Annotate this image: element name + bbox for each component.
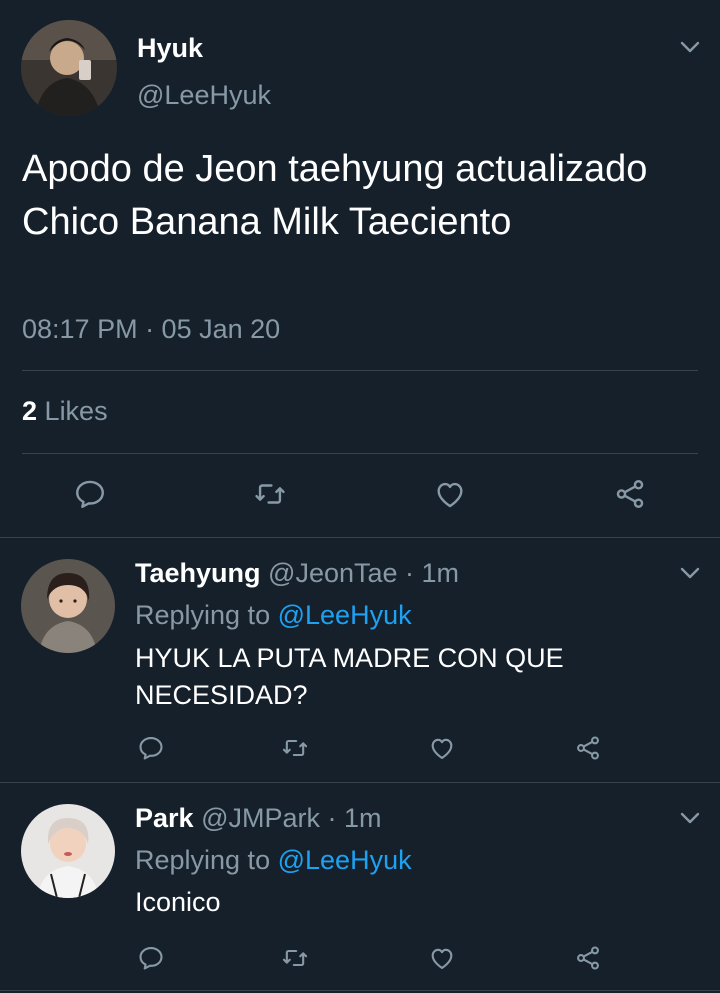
reply-text: Iconico bbox=[135, 887, 221, 917]
reply-button[interactable] bbox=[72, 476, 108, 512]
reply-button[interactable] bbox=[133, 940, 169, 976]
retweet-button[interactable] bbox=[277, 940, 313, 976]
avatar[interactable] bbox=[21, 804, 115, 898]
divider bbox=[0, 990, 720, 991]
likes-label: Likes bbox=[44, 396, 108, 426]
reply-time[interactable]: · 1m bbox=[328, 803, 382, 833]
divider bbox=[0, 537, 720, 538]
avatar[interactable] bbox=[21, 559, 115, 653]
retweet-button[interactable] bbox=[252, 476, 288, 512]
reply-author-handle[interactable]: @JeonTae bbox=[268, 558, 398, 588]
likes-number: 2 bbox=[22, 396, 38, 426]
avatar[interactable] bbox=[21, 20, 117, 116]
retweet-icon bbox=[255, 484, 285, 504]
share-icon bbox=[616, 480, 644, 508]
reply-time[interactable]: · 1m bbox=[405, 558, 459, 588]
replying-to: Replying to @LeeHyuk bbox=[135, 845, 412, 876]
replying-to: Replying to @LeeHyuk bbox=[135, 600, 412, 631]
chevron-down-icon[interactable] bbox=[680, 40, 700, 54]
author-name[interactable]: Hyuk bbox=[137, 33, 203, 64]
author-handle[interactable]: @LeeHyuk bbox=[137, 80, 271, 111]
like-button[interactable] bbox=[432, 476, 468, 512]
share-icon bbox=[577, 946, 599, 970]
reply-header: Park @JMPark · 1m bbox=[135, 803, 382, 834]
reply-text: HYUK LA PUTA MADRE CON QUE NECESIDAD? bbox=[135, 643, 564, 710]
divider bbox=[22, 370, 698, 371]
tweet-timestamp[interactable]: 08:17 PM · 05 Jan 20 bbox=[22, 314, 280, 345]
reply-author-handle[interactable]: @JMPark bbox=[201, 803, 320, 833]
retweet-icon bbox=[282, 739, 308, 757]
replying-to-label: Replying to bbox=[135, 600, 271, 630]
tweet-text: Apodo de Jeon taehyung actualizado Chico… bbox=[22, 148, 648, 243]
like-button[interactable] bbox=[424, 940, 460, 976]
reply-header: Taehyung @JeonTae · 1m bbox=[135, 558, 459, 589]
replying-to-link[interactable]: @LeeHyuk bbox=[278, 600, 412, 630]
heart-icon bbox=[431, 738, 453, 759]
heart-icon bbox=[431, 948, 453, 969]
reply-button[interactable] bbox=[133, 730, 169, 766]
reply-icon bbox=[139, 737, 163, 760]
likes-count[interactable]: 2 Likes bbox=[22, 396, 108, 427]
reply-author-name[interactable]: Taehyung bbox=[135, 558, 261, 588]
reply-icon bbox=[139, 947, 163, 970]
retweet-button[interactable] bbox=[277, 730, 313, 766]
retweet-icon bbox=[282, 949, 308, 967]
chevron-down-icon[interactable] bbox=[680, 566, 700, 580]
reply-author-name[interactable]: Park bbox=[135, 803, 194, 833]
share-button[interactable] bbox=[570, 730, 606, 766]
share-icon bbox=[577, 736, 599, 760]
replying-to-link[interactable]: @LeeHyuk bbox=[278, 845, 412, 875]
share-button[interactable] bbox=[570, 940, 606, 976]
divider bbox=[0, 782, 720, 783]
reply-icon bbox=[76, 480, 104, 508]
divider bbox=[22, 453, 698, 454]
heart-icon bbox=[437, 482, 463, 508]
chevron-down-icon[interactable] bbox=[680, 811, 700, 825]
like-button[interactable] bbox=[424, 730, 460, 766]
replying-to-label: Replying to bbox=[135, 845, 271, 875]
share-button[interactable] bbox=[612, 476, 648, 512]
